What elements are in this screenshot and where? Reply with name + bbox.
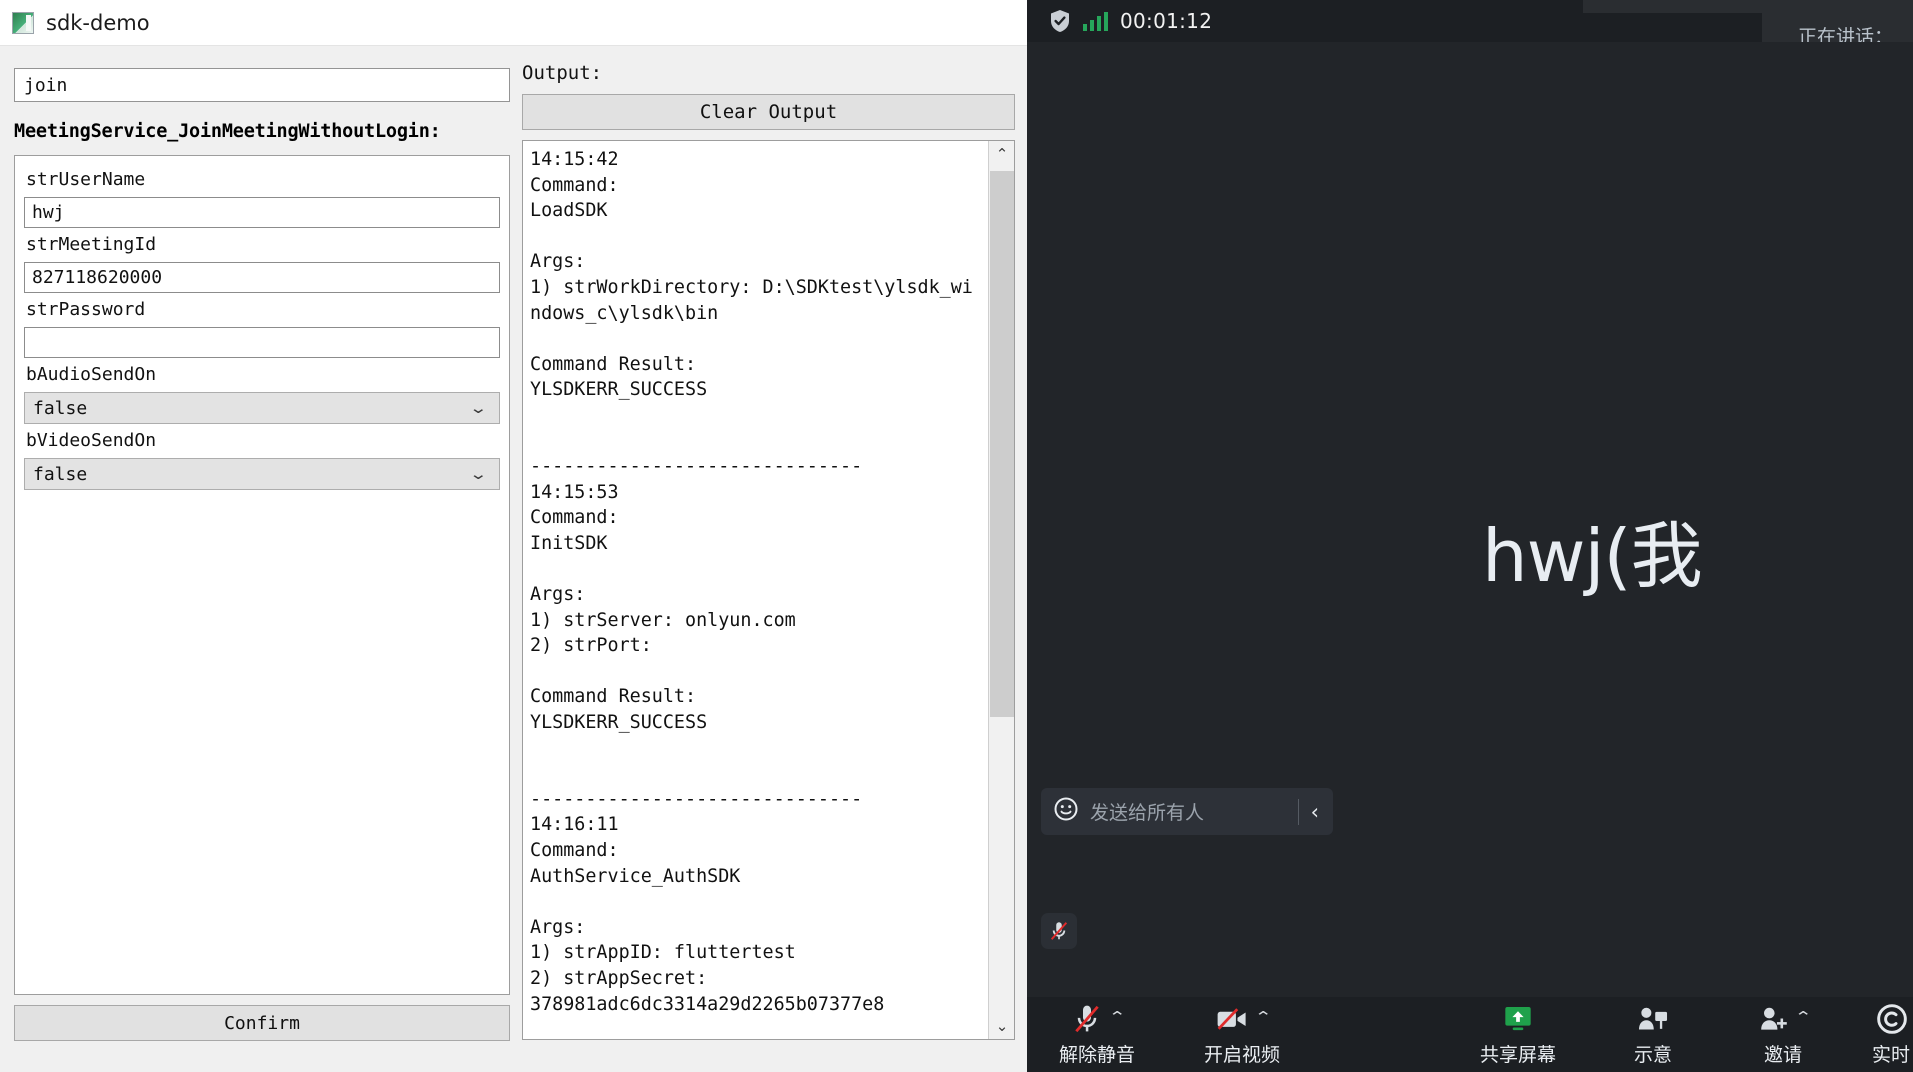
output-log-panel: 14:15:42 Command: LoadSDK Args: 1) strWo… bbox=[522, 140, 1015, 1040]
video-tile-name: hwj(我 bbox=[1482, 514, 1703, 598]
output-label: Output: bbox=[522, 62, 603, 84]
param-label-strusername: strUserName bbox=[26, 169, 146, 190]
toolbar-label-start-video: 开启视频 bbox=[1203, 1043, 1280, 1066]
output-log-scrollbar[interactable]: ⌃ ⌄ bbox=[988, 141, 1014, 1039]
live-caption-icon bbox=[1877, 1003, 1907, 1034]
toolbar-label-share-screen: 共享屏幕 bbox=[1479, 1043, 1556, 1066]
meeting-topbar: 00:01:12 正在讲话： bbox=[1027, 0, 1913, 59]
toolbar-item-share-screen[interactable]: 共享屏幕 bbox=[1443, 997, 1593, 1072]
scrollbar-thumb[interactable] bbox=[990, 171, 1014, 717]
param-select-value-baudiosendon: false bbox=[33, 397, 88, 419]
toolbar-label-raise-hand: 示意 bbox=[1633, 1043, 1672, 1066]
sdk-demo-titlebar: sdk-demo bbox=[0, 0, 1027, 46]
toolbar-item-invite[interactable]: ⌃ 邀请 bbox=[1713, 997, 1853, 1072]
window-title: sdk-demo bbox=[46, 10, 150, 35]
chat-divider bbox=[1297, 798, 1299, 825]
output-column: Output: Clear Output 14:15:42 Command: L… bbox=[522, 62, 1015, 1060]
confirm-button[interactable]: Confirm bbox=[14, 1005, 510, 1041]
param-label-baudiosendon: bAudioSendOn bbox=[26, 364, 157, 385]
param-input-strmeetingid[interactable]: 827118620000 bbox=[24, 262, 500, 293]
toolbar-item-raise-hand[interactable]: 示意 bbox=[1593, 997, 1713, 1072]
meeting-toolbar: ⌃ 解除静音 ⌃ 开启视频 共享屏幕 示意 ⌃ 邀请 实时 bbox=[1027, 997, 1913, 1072]
mic-muted-icon bbox=[1074, 1005, 1099, 1032]
param-input-strusername[interactable]: hwj bbox=[24, 197, 500, 228]
chevron-up-icon[interactable]: ⌃ bbox=[1254, 1008, 1272, 1026]
chevron-down-icon: ⌄ bbox=[469, 465, 489, 483]
toolbar-label-unmute: 解除静音 bbox=[1058, 1043, 1135, 1066]
chevron-up-icon[interactable]: ⌃ bbox=[1108, 1008, 1126, 1026]
toolbar-item-live-caption[interactable]: 实时 bbox=[1853, 997, 1913, 1072]
emoji-smiley-icon[interactable] bbox=[1053, 796, 1079, 827]
video-stage: hwj(我 发送给所有人 ‹ bbox=[1027, 42, 1913, 997]
param-label-strpassword: strPassword bbox=[26, 299, 146, 320]
clear-output-button[interactable]: Clear Output bbox=[522, 94, 1015, 130]
toolbar-item-start-video[interactable]: ⌃ 开启视频 bbox=[1167, 997, 1317, 1072]
scrollbar-down-arrow-icon[interactable]: ⌄ bbox=[989, 1013, 1015, 1039]
toolbar-item-unmute[interactable]: ⌃ 解除静音 bbox=[1027, 997, 1167, 1072]
chevron-up-icon[interactable]: ⌃ bbox=[1794, 1008, 1812, 1026]
chat-input-bar[interactable]: 发送给所有人 ‹ bbox=[1041, 788, 1333, 835]
chevron-left-icon[interactable]: ‹ bbox=[1311, 800, 1327, 824]
signal-bars-icon[interactable] bbox=[1083, 11, 1108, 31]
shield-check-icon[interactable] bbox=[1049, 9, 1071, 33]
meeting-client-window: 00:01:12 正在讲话： hwj(我 发送给所有人 ‹ ⌃ 解除静音 ⌃ 开… bbox=[1027, 0, 1913, 1072]
chevron-down-icon: ⌄ bbox=[469, 399, 489, 417]
sdk-demo-window: sdk-demo join MeetingService_JoinMeeting… bbox=[0, 0, 1027, 1072]
toolbar-label-invite: 邀请 bbox=[1763, 1043, 1802, 1066]
raise-hand-icon bbox=[1638, 1007, 1668, 1029]
app-window-icon bbox=[12, 11, 34, 34]
meeting-timer: 00:01:12 bbox=[1120, 9, 1213, 33]
scrollbar-up-arrow-icon[interactable]: ⌃ bbox=[989, 141, 1015, 167]
toolbar-label-live-caption: 实时 bbox=[1871, 1043, 1910, 1066]
parameter-panel: strUserName hwj strMeetingId 82711862000… bbox=[14, 155, 510, 995]
output-log-text: 14:15:42 Command: LoadSDK Args: 1) strWo… bbox=[530, 149, 973, 1015]
video-off-icon bbox=[1217, 1007, 1246, 1030]
mic-muted-icon bbox=[1050, 922, 1068, 940]
param-label-bvideosendon: bVideoSendOn bbox=[26, 430, 157, 451]
mic-status-badge bbox=[1041, 913, 1077, 949]
chat-placeholder: 发送给所有人 bbox=[1090, 802, 1205, 824]
param-select-value-bvideosendon: false bbox=[33, 463, 88, 485]
command-search-input[interactable]: join bbox=[14, 68, 510, 102]
clipped-top-text bbox=[1583, 0, 1913, 13]
param-input-strpassword[interactable] bbox=[24, 327, 500, 358]
invite-user-icon bbox=[1760, 1007, 1787, 1030]
screen-root: sdk-demo join MeetingService_JoinMeeting… bbox=[0, 0, 1913, 1072]
param-select-baudiosendon[interactable]: false ⌄ bbox=[24, 392, 500, 424]
param-select-bvideosendon[interactable]: false ⌄ bbox=[24, 458, 500, 490]
parameter-column: join MeetingService_JoinMeetingWithoutLo… bbox=[14, 68, 510, 1060]
param-label-strmeetingid: strMeetingId bbox=[26, 234, 157, 255]
api-heading: MeetingService_JoinMeetingWithoutLogin: bbox=[14, 121, 441, 142]
share-screen-icon bbox=[1505, 1006, 1531, 1030]
sdk-demo-body: join MeetingService_JoinMeetingWithoutLo… bbox=[0, 46, 1027, 1072]
